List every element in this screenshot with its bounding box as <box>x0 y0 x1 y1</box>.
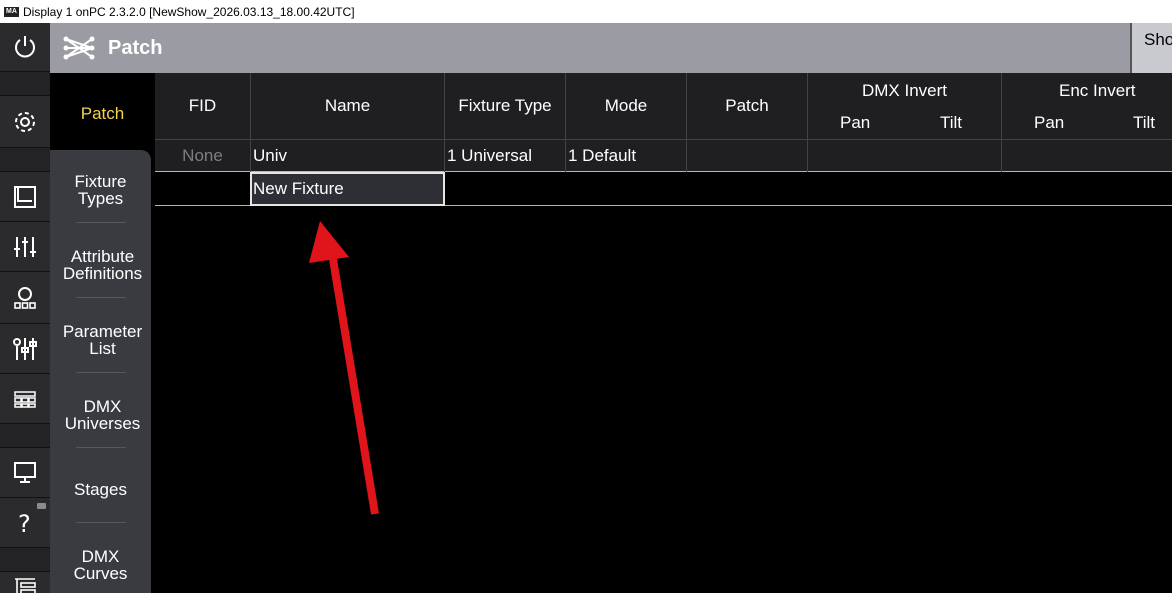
annotation-arrow-icon <box>309 221 379 515</box>
